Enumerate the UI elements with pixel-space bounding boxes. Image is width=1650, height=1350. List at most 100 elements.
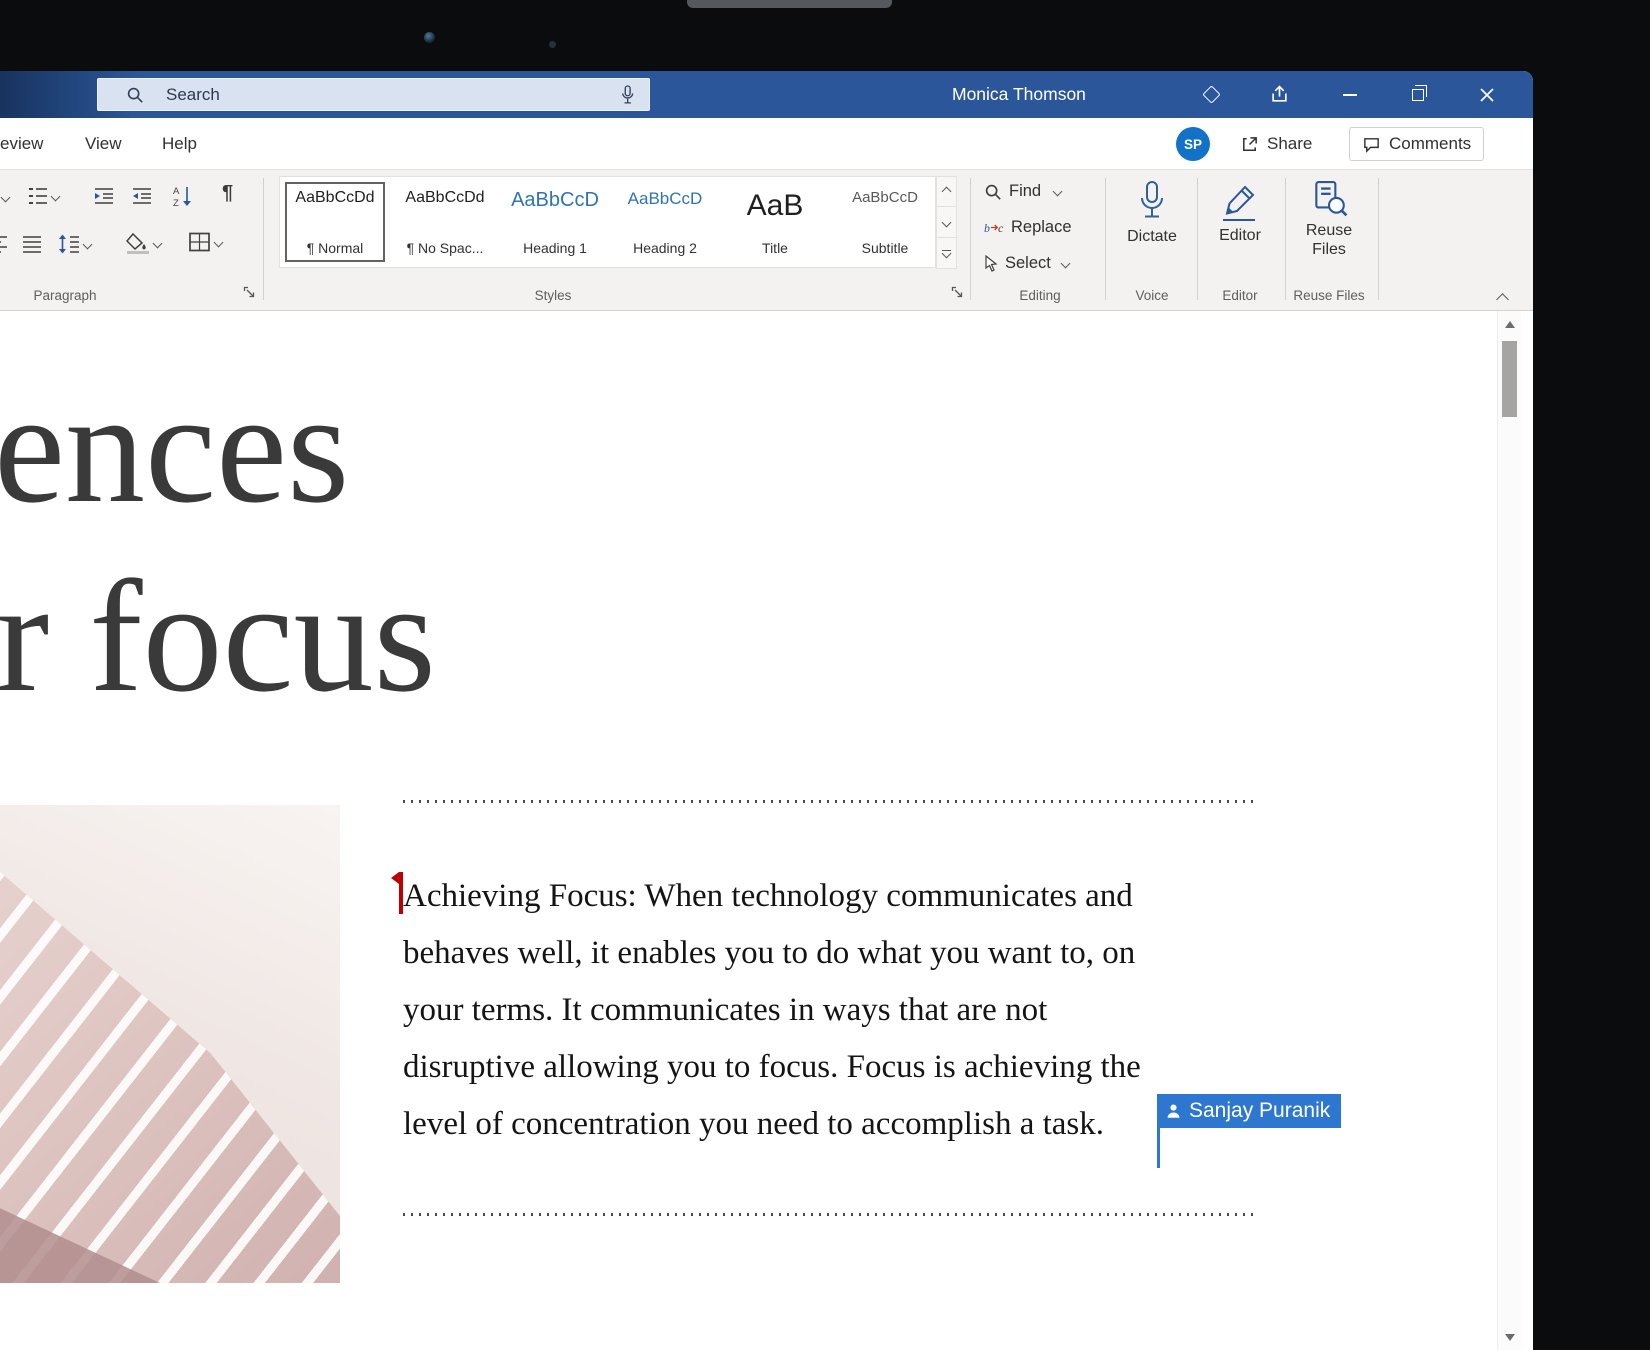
document-title-fragment-2[interactable]: r focus [0, 556, 436, 716]
coauthor-person-icon [1165, 1102, 1182, 1120]
svg-text:b: b [984, 221, 990, 235]
editor-button[interactable]: Editor [1202, 182, 1278, 245]
document-title-fragment-1[interactable]: ences [0, 367, 349, 527]
search-input[interactable] [166, 85, 620, 105]
style-heading-1[interactable]: AaBbCcD Heading 1 [505, 182, 605, 262]
account-name[interactable]: Monica Thomson [952, 71, 1086, 118]
body-line[interactable]: behaves well, it enables you to do what … [403, 925, 1141, 982]
line-spacing-button[interactable] [58, 234, 91, 254]
replace-button[interactable]: b c Replace [984, 218, 1072, 237]
dotted-divider-bottom [403, 1213, 1253, 1216]
group-divider [263, 178, 264, 300]
paragraph-group-label: Paragraph [10, 288, 120, 303]
align-left-button[interactable] [0, 234, 8, 254]
formatting-marks-button[interactable]: ¶ [222, 182, 233, 205]
chevron-down-icon [1060, 259, 1070, 269]
scroll-up-button[interactable] [1498, 311, 1522, 337]
shading-button[interactable] [126, 232, 161, 254]
diamond-icon [1202, 85, 1220, 103]
chevron-down-icon [1053, 187, 1063, 197]
find-label: Find [1009, 182, 1041, 201]
tab-view[interactable]: View [85, 118, 122, 170]
style-no-spacing[interactable]: AaBbCcDd ¶ No Spac... [395, 182, 495, 262]
vertical-scrollbar[interactable] [1497, 311, 1521, 1350]
decrease-indent-icon [94, 186, 114, 206]
dictate-button[interactable]: Dictate [1112, 180, 1192, 246]
body-paragraph[interactable]: Achieving Focus: When technology communi… [403, 868, 1141, 1153]
style-normal[interactable]: AaBbCcDd ¶ Normal [285, 182, 385, 262]
replace-icon: b c [984, 219, 1004, 237]
find-button[interactable]: Find [984, 182, 1061, 201]
document-photo[interactable] [0, 805, 340, 1283]
style-title[interactable]: AaB Title [725, 182, 825, 262]
share-icon [1240, 135, 1259, 154]
search-box[interactable] [97, 78, 650, 111]
share-label: Share [1267, 134, 1312, 154]
styles-scroll-down-button[interactable] [936, 207, 957, 238]
comments-button[interactable]: Comments [1349, 127, 1484, 161]
tab-review-partial[interactable]: eview [0, 118, 43, 170]
svg-text:A: A [173, 186, 180, 197]
body-line[interactable]: disruptive allowing you to focus. Focus … [403, 1039, 1141, 1096]
borders-button[interactable] [188, 232, 222, 253]
pilcrow-icon: ¶ [222, 182, 233, 205]
coauthor-flag[interactable]: Sanjay Puranik [1157, 1094, 1341, 1128]
decrease-indent-button[interactable] [94, 186, 114, 206]
chevron-down-icon [153, 238, 163, 248]
close-icon [1479, 87, 1495, 103]
styles-dialog-launcher[interactable] [951, 286, 965, 300]
body-line[interactable]: Achieving Focus: When technology communi… [403, 868, 1141, 925]
premium-diamond-icon[interactable] [1191, 71, 1231, 118]
styles-gallery-more-button[interactable] [936, 238, 957, 269]
group-divider [970, 178, 971, 300]
chevron-down-icon [83, 239, 93, 249]
paragraph-dialog-launcher[interactable] [243, 286, 257, 300]
select-button[interactable]: Select [984, 254, 1069, 273]
editing-group-label: Editing [985, 288, 1095, 303]
voice-group-label: Voice [1112, 288, 1192, 303]
scroll-down-button[interactable] [1498, 1324, 1522, 1350]
sort-button[interactable]: A Z [172, 185, 194, 207]
body-line[interactable]: your terms. It communicates in ways that… [403, 982, 1141, 1039]
bezel-notch [687, 0, 892, 8]
increase-indent-button[interactable] [132, 186, 152, 206]
chevron-up-icon [1496, 293, 1509, 306]
group-divider [1105, 178, 1106, 300]
group-divider [1378, 178, 1379, 300]
triangle-up-icon [1505, 321, 1515, 328]
minimize-button[interactable] [1326, 71, 1374, 118]
style-heading-2[interactable]: AaBbCcD Heading 2 [615, 182, 715, 262]
share-button[interactable]: Share [1228, 127, 1324, 161]
sort-icon: A Z [172, 185, 194, 207]
maximize-button[interactable] [1394, 71, 1442, 118]
dictate-mic-icon [1138, 180, 1166, 224]
styles-group-label: Styles [498, 288, 608, 303]
numbered-list-button[interactable] [28, 186, 59, 206]
numbered-list-icon [28, 186, 48, 206]
scrollbar-thumb[interactable] [1502, 341, 1517, 417]
styles-gallery-scroll [936, 176, 957, 269]
style-subtitle[interactable]: AaBbCcD Subtitle [835, 182, 935, 262]
webcam-icon [424, 32, 435, 43]
dotted-divider-top [403, 800, 1253, 803]
presence-badge[interactable]: SP [1176, 127, 1210, 161]
collapse-ribbon-button[interactable] [1490, 290, 1514, 308]
close-button[interactable] [1463, 71, 1511, 118]
upload-box-icon [1270, 85, 1289, 104]
reuse-files-button[interactable]: Reuse Files [1290, 180, 1368, 259]
styles-scroll-up-button[interactable] [936, 176, 957, 207]
tab-help[interactable]: Help [162, 118, 197, 170]
align-justify-button[interactable] [22, 234, 42, 254]
body-line[interactable]: level of concentration you need to accom… [403, 1096, 1141, 1153]
styles-gallery: AaBbCcDd ¶ Normal AaBbCcDd ¶ No Spac... … [279, 176, 936, 268]
document-canvas[interactable]: ences r focus Achieving Focus: When tech… [0, 311, 1533, 1350]
group-divider [1197, 178, 1198, 300]
search-mic-icon[interactable] [620, 84, 635, 106]
svg-text:Z: Z [173, 198, 179, 207]
borders-icon [188, 232, 211, 253]
upload-icon[interactable] [1259, 71, 1299, 118]
reuse-files-icon [1310, 180, 1348, 218]
bullet-list-dropdown-icon[interactable] [1, 193, 11, 203]
reuse-files-group-label: Reuse Files [1286, 288, 1372, 303]
photo-building-floors [0, 805, 340, 1283]
